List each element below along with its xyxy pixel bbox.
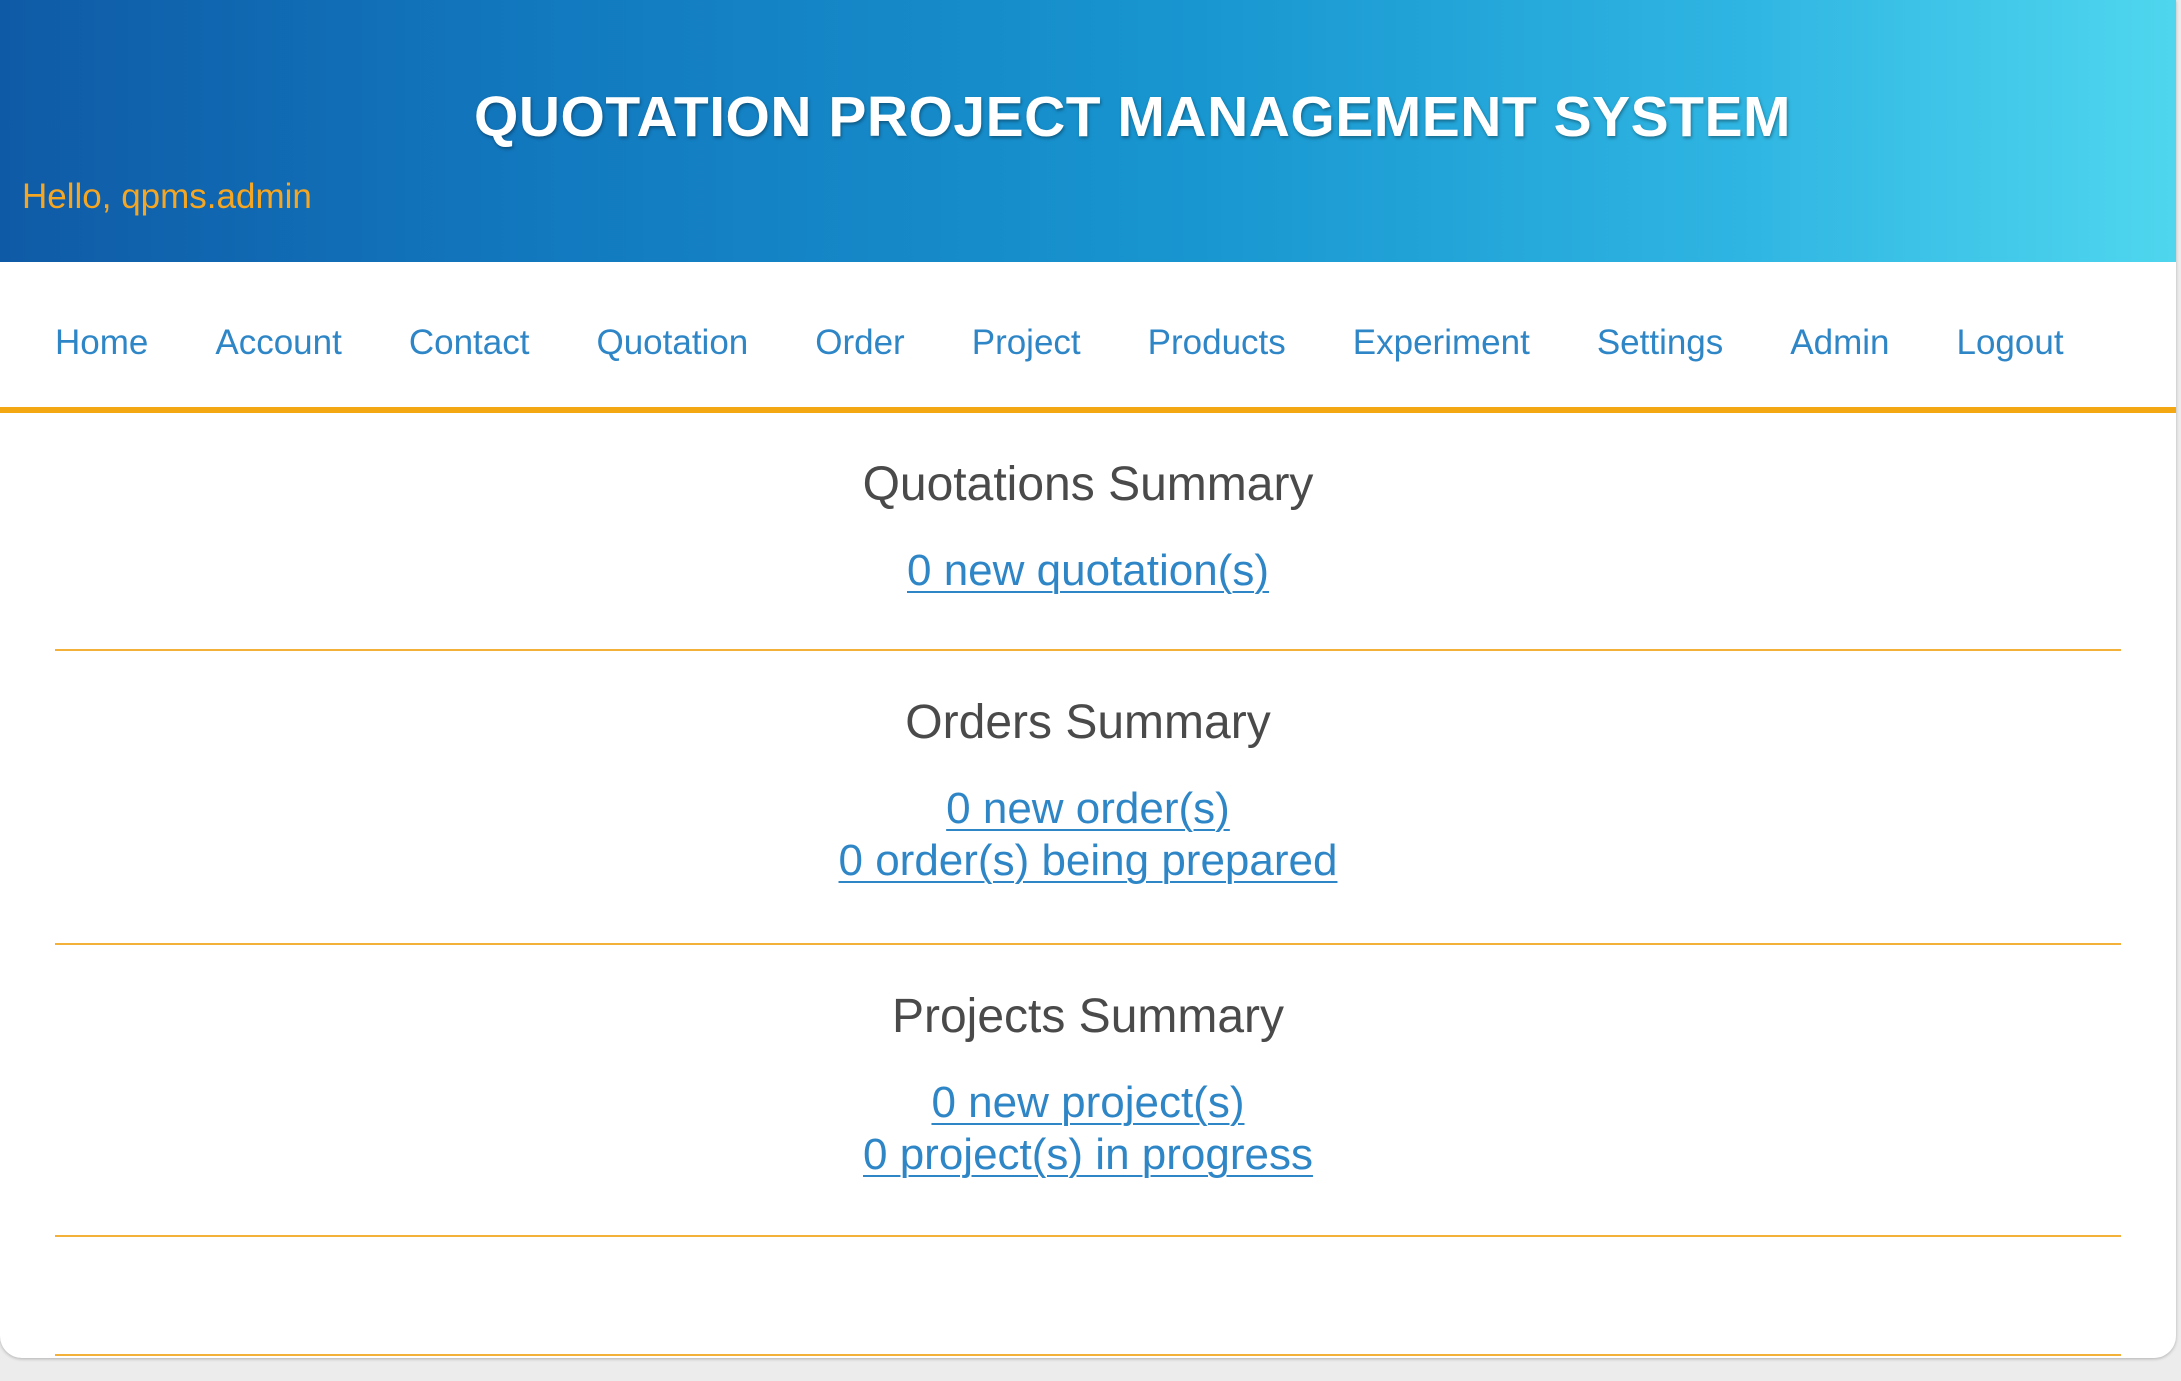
nav-item-quotation[interactable]: Quotation [596, 307, 748, 379]
nav-item-contact[interactable]: Contact [409, 307, 530, 379]
quotations-summary-section: Quotations Summary 0 new quotation(s) [55, 413, 2121, 651]
nav-item-products[interactable]: Products [1148, 307, 1286, 379]
nav-item-settings[interactable]: Settings [1597, 307, 1723, 379]
nav-item-project[interactable]: Project [972, 307, 1081, 379]
projects-in-progress-link[interactable]: 0 project(s) in progress [863, 1129, 1313, 1181]
orders-summary-title: Orders Summary [905, 696, 1271, 749]
app-window: QUOTATION PROJECT MANAGEMENT SYSTEM Hell… [0, 0, 2176, 1358]
orders-summary-section: Orders Summary 0 new order(s) 0 order(s)… [55, 651, 2121, 945]
footer-divider [55, 1354, 2121, 1356]
orders-being-prepared-link[interactable]: 0 order(s) being prepared [839, 835, 1338, 887]
projects-links: 0 new project(s) 0 project(s) in progres… [55, 1077, 2121, 1181]
site-title: QUOTATION PROJECT MANAGEMENT SYSTEM [474, 85, 1791, 149]
nav-item-admin[interactable]: Admin [1790, 307, 1889, 379]
orders-links: 0 new order(s) 0 order(s) being prepared [55, 783, 2121, 887]
dashboard-content: Quotations Summary 0 new quotation(s) Or… [55, 413, 2121, 1237]
new-projects-link[interactable]: 0 new project(s) [931, 1077, 1244, 1129]
nav-list: Home Account Contact Quotation Order Pro… [55, 307, 2131, 379]
nav-item-home[interactable]: Home [55, 307, 148, 379]
projects-summary-section: Projects Summary 0 new project(s) 0 proj… [55, 945, 2121, 1237]
main-nav: Home Account Contact Quotation Order Pro… [0, 262, 2176, 413]
new-quotations-link[interactable]: 0 new quotation(s) [907, 545, 1269, 597]
projects-summary-title: Projects Summary [891, 990, 1285, 1043]
nav-item-experiment[interactable]: Experiment [1353, 307, 1530, 379]
nav-item-logout[interactable]: Logout [1957, 307, 2064, 379]
new-orders-link[interactable]: 0 new order(s) [946, 783, 1230, 835]
nav-item-account[interactable]: Account [215, 307, 341, 379]
user-greeting: Hello, qpms.admin [22, 177, 312, 216]
site-header: QUOTATION PROJECT MANAGEMENT SYSTEM Hell… [0, 0, 2176, 262]
quotations-links: 0 new quotation(s) [55, 545, 2121, 597]
nav-item-order[interactable]: Order [815, 307, 904, 379]
quotations-summary-title: Quotations Summary [862, 458, 1314, 511]
